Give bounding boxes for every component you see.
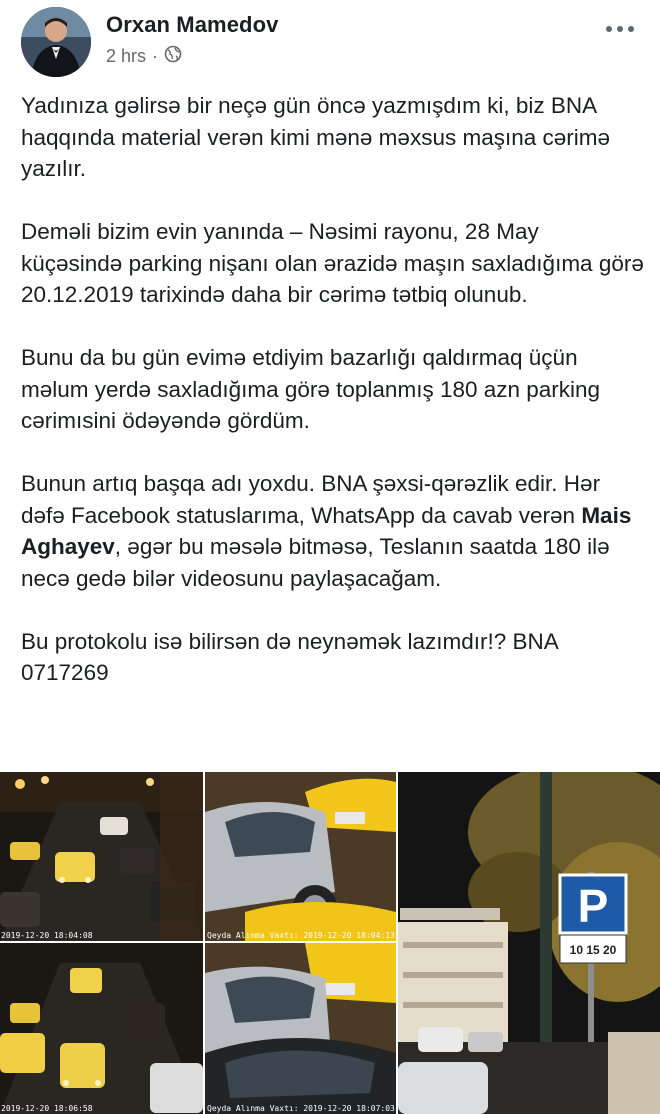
post-paragraph-2: Deməli bizim evin yanında – Nəsimi rayon… bbox=[21, 219, 644, 307]
meta-separator: · bbox=[152, 46, 159, 66]
avatar[interactable] bbox=[21, 7, 91, 77]
paragraph-4-text-a: Bunun artıq başqa adı yoxdu. BNA şəxsi-q… bbox=[21, 471, 601, 528]
photo-timestamp-4: Qeyda Alınma Vaxtı: 2019-12-20 18:07:03 bbox=[207, 1104, 395, 1113]
post-body: Yadınıza gəlirsə bir neçə gün öncə yazmı… bbox=[21, 90, 646, 689]
post-paragraph-1: Yadınıza gəlirsə bir neçə gün öncə yazmı… bbox=[21, 93, 610, 181]
photo-collage[interactable]: 2019-12-20 18:04:08 Qeyda Alınma Vaxtı: … bbox=[0, 772, 660, 1114]
photo-parked-cars-1[interactable]: Qeyda Alınma Vaxtı: 2019-12-20 18:04:13 bbox=[205, 772, 396, 941]
post-paragraph-4: Bunun artıq başqa adı yoxdu. BNA şəxsi-q… bbox=[21, 468, 646, 594]
post-time[interactable]: 2 hrs bbox=[106, 46, 146, 67]
photo-street-traffic-1[interactable]: 2019-12-20 18:04:08 bbox=[0, 772, 203, 941]
parking-sign-letter: P bbox=[578, 880, 609, 932]
photo-timestamp-1: 2019-12-20 18:04:08 bbox=[1, 931, 93, 940]
photo-parked-cars-2[interactable]: Qeyda Alınma Vaxtı: 2019-12-20 18:07:03 bbox=[205, 943, 396, 1114]
photo-timestamp-2: Qeyda Alınma Vaxtı: 2019-12-20 18:04:13 bbox=[207, 931, 395, 940]
post-meta: 2 hrs · bbox=[106, 45, 182, 68]
photo-parking-sign-street[interactable]: P 10 15 20 bbox=[398, 772, 660, 1114]
globe-icon bbox=[164, 45, 182, 68]
photo-timestamp-3: 2019-12-20 18:06:58 bbox=[1, 1104, 93, 1113]
post-paragraph-3: Bunu da bu gün evimə etdiyim bazarlığı q… bbox=[21, 345, 601, 433]
post-header: Orxan Mamedov 2 hrs · bbox=[0, 0, 660, 80]
more-options-icon[interactable] bbox=[597, 14, 643, 44]
parking-sign-numbers: 10 15 20 bbox=[570, 943, 617, 957]
author-name[interactable]: Orxan Mamedov bbox=[106, 12, 278, 38]
photo-street-traffic-2[interactable]: 2019-12-20 18:06:58 bbox=[0, 943, 203, 1114]
post-paragraph-5: Bu protokolu isə bilirsən də neynəmək la… bbox=[21, 628, 558, 686]
